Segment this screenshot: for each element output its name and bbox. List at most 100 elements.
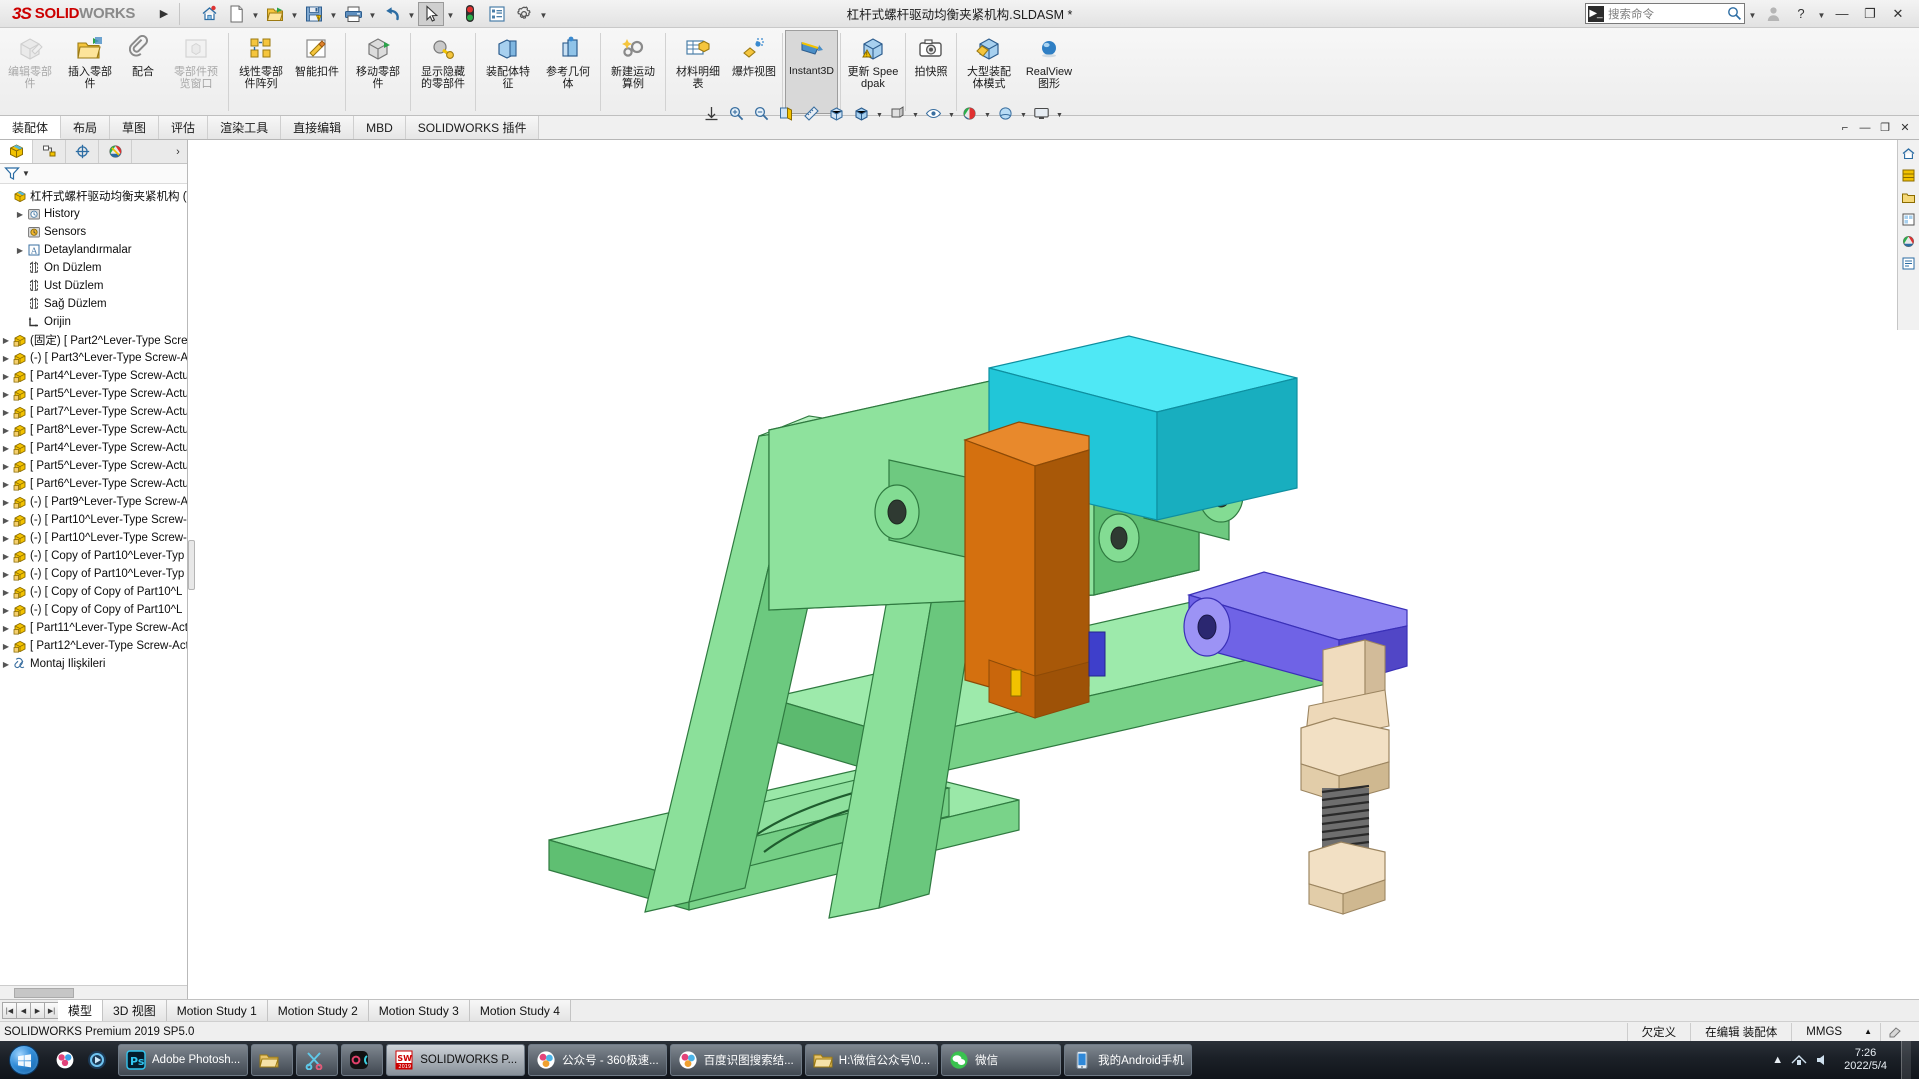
save-caret[interactable]: ▼ — [328, 2, 339, 26]
ribbon-tab-1[interactable]: 装配体 — [0, 116, 62, 139]
status-cell-1[interactable]: 欠定义 — [1626, 1022, 1691, 1041]
hide-show-caret[interactable]: ▼ — [947, 102, 956, 124]
tree-twisty[interactable]: ▶ — [0, 426, 12, 435]
close-doc-icon[interactable]: ✕ — [1897, 120, 1913, 136]
select-caret[interactable]: ▼ — [445, 2, 456, 26]
feature-manager-tab[interactable] — [0, 140, 33, 163]
ribbon-tab-7[interactable]: MBD — [354, 116, 406, 139]
tree-twisty[interactable]: ▶ — [0, 444, 12, 453]
tree-twisty[interactable]: ▶ — [0, 606, 12, 615]
tree-twisty[interactable]: ▶ — [0, 498, 12, 507]
tree-twisty[interactable]: ▶ — [0, 372, 12, 381]
tab-nav-4[interactable]: ▶| — [44, 1002, 59, 1019]
doc-tab-3[interactable]: Motion Study 1 — [166, 1000, 268, 1021]
new-document-caret[interactable]: ▼ — [250, 2, 261, 26]
ribbon-command-7[interactable]: 移动零部件 — [348, 30, 408, 114]
save-icon[interactable]: ! — [301, 2, 327, 26]
view-orientation-icon[interactable] — [850, 102, 873, 124]
apply-scene-icon[interactable] — [994, 102, 1017, 124]
pin-ribbon-icon[interactable]: ⌐ — [1837, 120, 1853, 136]
undo-icon[interactable] — [379, 2, 405, 26]
home-task-pane-icon[interactable] — [1900, 144, 1918, 162]
menu-expand-arrow[interactable]: ▶ — [155, 7, 173, 20]
tree-item[interactable]: ▶ [ Part11^Lever-Type Screw-Act — [0, 619, 187, 637]
doc-tab-2[interactable]: 3D 视图 — [103, 1000, 167, 1021]
graphics-area[interactable]: y x z — [189, 140, 1919, 999]
view-settings-icon[interactable] — [1030, 102, 1053, 124]
home-icon[interactable] — [196, 2, 222, 26]
status-cell-2[interactable]: 在编辑 装配体 — [1690, 1022, 1791, 1041]
ribbon-command-6[interactable]: 智能扣件 — [291, 30, 343, 114]
tree-item[interactable]: ▶ (-) [ Part3^Lever-Type Screw-A — [0, 349, 187, 367]
tree-twisty[interactable]: ▶ — [0, 570, 12, 579]
tree-item[interactable]: ▶ [ Part8^Lever-Type Screw-Actu — [0, 421, 187, 439]
minimize-doc-icon[interactable]: — — [1857, 120, 1873, 136]
tree-item[interactable]: ▶ [ Part12^Lever-Type Screw-Act — [0, 637, 187, 655]
tray-expand-icon[interactable]: ▲ — [1772, 1054, 1783, 1066]
help-icon[interactable]: ? — [1788, 2, 1814, 26]
media-player-icon[interactable] — [82, 1043, 112, 1077]
edit-appearance-icon[interactable] — [958, 102, 981, 124]
tree-item[interactable]: ▶ (-) [ Copy of Part10^Lever-Typ — [0, 547, 187, 565]
doc-tab-5[interactable]: Motion Study 3 — [368, 1000, 470, 1021]
ribbon-command-2[interactable]: 插入零部件 — [60, 30, 120, 114]
restore-doc-icon[interactable]: ❐ — [1877, 120, 1893, 136]
mass-properties-icon[interactable] — [825, 102, 848, 124]
taskbar-task-5[interactable]: SW 2019 SOLIDWORKS P... — [386, 1044, 526, 1076]
open-caret[interactable]: ▼ — [289, 2, 300, 26]
section-view-icon[interactable] — [775, 102, 798, 124]
ribbon-command-9[interactable]: 装配体特征 — [478, 30, 538, 114]
taskbar-clock[interactable]: 7:26 2022/5/4 — [1838, 1047, 1893, 1072]
open-folder-icon[interactable] — [262, 2, 288, 26]
options-list-icon[interactable] — [484, 2, 510, 26]
taskbar-task-2[interactable] — [251, 1044, 294, 1076]
help-caret[interactable]: ▼ — [1816, 2, 1827, 26]
tree-twisty[interactable]: ▶ — [14, 210, 26, 219]
ribbon-tab-5[interactable]: 渲染工具 — [208, 116, 282, 139]
tree-item[interactable]: ▶ History — [0, 205, 187, 223]
tree-twisty[interactable]: ▶ — [0, 336, 12, 345]
rebuild-icon[interactable] — [457, 2, 483, 26]
taskbar-task-1[interactable]: Ps Adobe Photosh... — [118, 1044, 249, 1076]
tree-horizontal-scrollbar[interactable] — [0, 985, 187, 999]
tree-item[interactable]: ▶ (-) [ Part10^Lever-Type Screw- — [0, 511, 187, 529]
scroll-thumb[interactable] — [14, 987, 74, 998]
tree-item[interactable]: ▶ Montaj İlişkileri — [0, 655, 187, 673]
ribbon-command-10[interactable]: 参考几何体 — [538, 30, 598, 114]
view-orientation-caret[interactable]: ▼ — [875, 102, 884, 124]
file-explorer-icon[interactable] — [1900, 188, 1918, 206]
tree-twisty[interactable]: ▶ — [0, 660, 12, 669]
view-settings-caret[interactable]: ▼ — [1055, 102, 1064, 124]
previous-view-icon[interactable] — [750, 102, 773, 124]
tree-twisty[interactable]: ▶ — [0, 408, 12, 417]
doc-tab-1[interactable]: 模型 — [58, 1000, 104, 1021]
search-command-box[interactable]: ▶_ 搜索命令 — [1585, 3, 1745, 24]
feature-filter-row[interactable]: ▼ — [0, 164, 187, 184]
ribbon-tab-8[interactable]: SOLIDWORKS 插件 — [405, 116, 540, 139]
units-caret[interactable]: ▲ — [1856, 1023, 1880, 1041]
tree-item[interactable]: ▶ [ Part7^Lever-Type Screw-Actu — [0, 403, 187, 421]
ribbon-command-3[interactable]: 配合 — [120, 30, 166, 114]
tree-twisty[interactable]: ▶ — [0, 624, 12, 633]
zoom-to-fit-icon[interactable] — [700, 102, 723, 124]
zoom-area-icon[interactable] — [725, 102, 748, 124]
tree-root-item[interactable]: 杠杆式螺杆驱动均衡夹紧机构 (Varsa — [0, 187, 187, 205]
appearances-scenes-icon[interactable] — [1900, 232, 1918, 250]
tree-item[interactable]: ▶ [ Part6^Lever-Type Screw-Actu — [0, 475, 187, 493]
tree-item[interactable]: Sağ Düzlem — [0, 295, 187, 313]
search-caret[interactable]: ▼ — [1747, 2, 1758, 26]
ribbon-tab-4[interactable]: 评估 — [159, 116, 209, 139]
configuration-manager-tab[interactable] — [66, 140, 99, 163]
print-icon[interactable] — [340, 2, 366, 26]
ribbon-tab-2[interactable]: 布局 — [61, 116, 111, 139]
hide-show-items-icon[interactable] — [922, 102, 945, 124]
status-cell-3[interactable]: MMGS — [1791, 1022, 1856, 1041]
tree-twisty[interactable]: ▶ — [0, 534, 12, 543]
ribbon-command-5[interactable]: 线性零部件阵列 — [231, 30, 291, 114]
minimize-button[interactable]: — — [1829, 2, 1855, 26]
tree-tabs-overflow[interactable]: › — [169, 140, 187, 163]
tree-twisty[interactable]: ▶ — [0, 552, 12, 561]
display-style-caret[interactable]: ▼ — [911, 102, 920, 124]
tree-twisty[interactable]: ▶ — [0, 462, 12, 471]
tree-item[interactable]: ▶ (-) [ Part9^Lever-Type Screw-A — [0, 493, 187, 511]
